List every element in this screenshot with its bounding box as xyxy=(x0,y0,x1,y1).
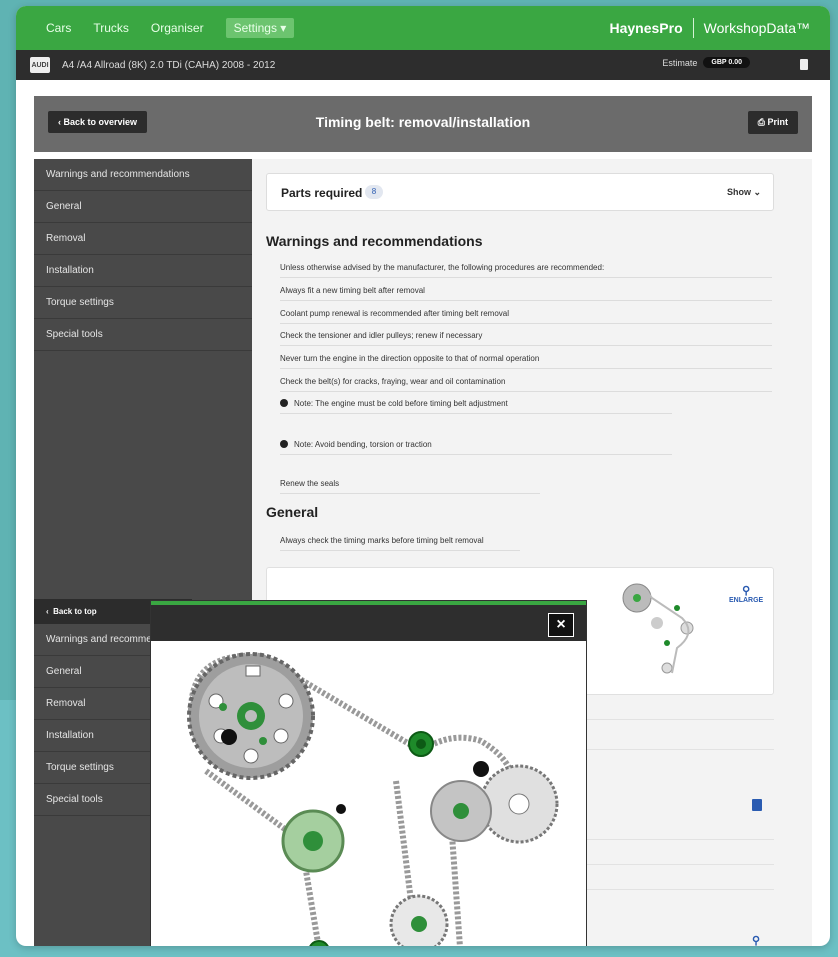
show-label: Show xyxy=(726,187,751,197)
parts-required-card[interactable]: Parts required 8 Show ⌄ xyxy=(266,173,774,211)
general-line: Always check the timing marks before tim… xyxy=(280,536,520,551)
note-text: Note: Avoid bending, torsion or traction xyxy=(294,440,432,449)
document-icon[interactable] xyxy=(752,799,762,811)
crankshaft-sprocket xyxy=(389,894,449,946)
sidebar-item-general[interactable]: General xyxy=(34,191,252,223)
settings-dropdown[interactable]: Settings ▾ xyxy=(225,18,295,38)
note-line: Note: Avoid bending, torsion or traction xyxy=(280,440,672,455)
estimate-value: GBP 0.00 xyxy=(703,57,750,68)
logo-text: AUDI xyxy=(31,61,49,69)
alert-icon xyxy=(280,440,288,448)
warning-line: Unless otherwise advised by the manufact… xyxy=(280,263,772,278)
sidebar-item-removal[interactable]: Removal xyxy=(34,223,252,255)
parts-show-toggle[interactable]: Show ⌄ xyxy=(727,187,761,198)
warning-line: Never turn the engine in the direction o… xyxy=(280,354,772,369)
sidebar-item-warnings[interactable]: Warnings and recommendations xyxy=(34,159,252,191)
app-window: Cars Trucks Organiser Settings ▾ HaynesP… xyxy=(16,6,830,946)
back-to-top-label: Back to top xyxy=(53,607,97,616)
vehicle-name: A4 /A4 Allroad (8K) 2.0 TDi (CAHA) 2008 … xyxy=(62,59,276,71)
warning-line: Coolant pump renewal is recommended afte… xyxy=(280,309,772,324)
timing-belt-diagram xyxy=(187,652,559,946)
tensioner-pulley xyxy=(281,804,346,873)
warnings-heading: Warnings and recommendations xyxy=(266,233,483,249)
camshaft-sprocket xyxy=(187,652,315,780)
basket-icon[interactable] xyxy=(800,59,808,70)
estimate-widget[interactable]: Estimate GBP 0.00 xyxy=(662,57,750,68)
top-navigation-bar: Cars Trucks Organiser Settings ▾ HaynesP… xyxy=(16,6,830,50)
note-line: Note: The engine must be cold before tim… xyxy=(280,399,672,414)
car-brand-logo: AUDI xyxy=(30,57,50,73)
sidebar-item-installation[interactable]: Installation xyxy=(34,255,252,287)
print-button[interactable]: ⎙ Print xyxy=(747,111,798,134)
nav-organiser[interactable]: Organiser xyxy=(151,21,204,35)
parts-count-badge: 8 xyxy=(365,185,383,199)
note-text: Note: The engine must be cold before tim… xyxy=(294,399,508,408)
modal-header: × xyxy=(151,601,586,641)
vehicle-bar: AUDI A4 /A4 Allroad (8K) 2.0 TDi (CAHA) … xyxy=(16,50,830,80)
brand-workshopdata: WorkshopData™ xyxy=(703,20,810,36)
main-nav: Cars Trucks Organiser Settings ▾ xyxy=(46,18,295,38)
brand-logo: HaynesPro WorkshopData™ xyxy=(609,18,810,38)
estimate-label: Estimate xyxy=(662,57,698,68)
timing-belt-thumbnail[interactable] xyxy=(617,578,737,688)
print-label: Print xyxy=(767,117,788,127)
nav-cars[interactable]: Cars xyxy=(46,21,71,35)
enlarge-label: ENLARGE xyxy=(729,597,764,604)
seals-line: Renew the seals xyxy=(280,479,540,494)
printer-icon: ⎙ xyxy=(757,117,765,127)
page-title: Timing belt: removal/installation xyxy=(315,114,531,130)
page-header: ‹ Back to overview Timing belt: removal/… xyxy=(34,96,812,152)
diagram-modal: × xyxy=(150,600,587,946)
sidebar-item-torque-settings[interactable]: Torque settings xyxy=(34,287,252,319)
nav-trucks[interactable]: Trucks xyxy=(93,21,129,35)
water-pump-pulley xyxy=(430,780,492,842)
brand-haynes: HaynesPro xyxy=(609,20,683,36)
warning-line: Check the belt(s) for cracks, fraying, w… xyxy=(280,377,772,392)
alert-icon xyxy=(280,399,288,407)
general-heading: General xyxy=(266,504,319,520)
warning-line: Check the tensioner and idler pulleys; r… xyxy=(280,331,772,346)
parts-title: Parts required xyxy=(281,186,363,200)
settings-label: Settings xyxy=(233,21,277,35)
lower-idler-pulley xyxy=(309,940,329,946)
warning-line: Always fit a new timing belt after remov… xyxy=(280,286,772,301)
close-button[interactable]: × xyxy=(548,613,574,637)
magnifier-icon: ⚲ xyxy=(742,585,751,597)
brand-divider xyxy=(692,18,694,38)
idler-pulley xyxy=(408,731,434,757)
magnifier-icon[interactable]: ⚲ xyxy=(752,934,760,946)
sidebar-item-special-tools[interactable]: Special tools xyxy=(34,319,252,351)
enlarge-button[interactable]: ⚲ ENLARGE xyxy=(729,584,763,604)
